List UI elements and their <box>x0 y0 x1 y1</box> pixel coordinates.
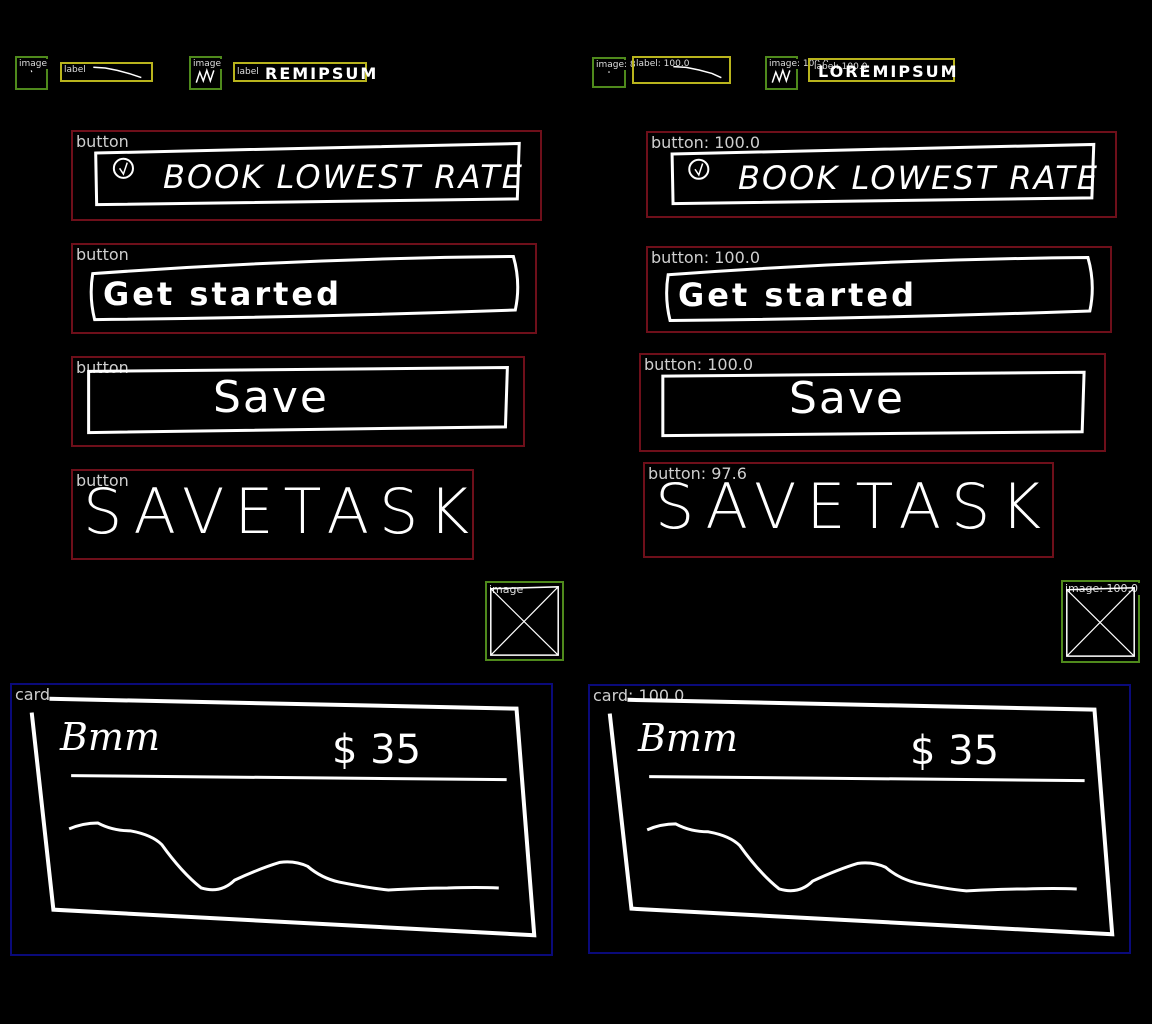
save-task-label: SAVETASK <box>83 475 480 548</box>
label-lorem: label REMIPSUM <box>233 62 376 83</box>
image-placeholder-icon <box>1063 582 1138 661</box>
book-button-label: BOOK LOWEST RATE <box>163 158 524 196</box>
label-scribble-icon <box>634 58 729 82</box>
save-button-label: Save <box>213 372 330 423</box>
image-placeholder-small-2: image: 100.0 <box>765 56 831 90</box>
image-placeholder-small: image: 81.9 <box>592 57 652 88</box>
image-placeholder: image <box>485 581 564 661</box>
label-lorem: label: 100.0 LOREMIPSUM <box>808 58 957 82</box>
prediction-panel: image: 81.9 label: 100.0 image: 100.0 la… <box>576 0 1152 1024</box>
image-sketch-icon <box>17 58 46 88</box>
label-scribble-icon <box>62 64 151 80</box>
save-button[interactable]: button Save <box>71 356 525 447</box>
label-tag: label <box>237 67 261 77</box>
image-placeholder-small: image <box>15 56 50 90</box>
get-started-button[interactable]: button Get started <box>71 243 537 334</box>
book-lowest-rate-button[interactable]: button BOOK LOWEST RATE <box>71 130 542 221</box>
save-task-label: SAVETASK <box>655 470 1052 543</box>
card-title: Bmm <box>638 716 738 760</box>
save-button[interactable]: button: 100.0 Save <box>639 353 1106 452</box>
label-placeholder: label <box>60 62 153 82</box>
price-card[interactable]: card: 100.0 Bmm $ 35 <box>588 684 1131 954</box>
save-button-label: Save <box>789 373 906 424</box>
get-started-label: Get started <box>678 276 918 314</box>
save-task-button[interactable]: button SAVETASK <box>71 469 474 560</box>
label-placeholder: label: 100.0 <box>632 56 731 84</box>
save-task-button[interactable]: button: 97.6 SAVETASK <box>643 462 1054 558</box>
image-sketch-icon <box>767 58 796 88</box>
image-placeholder-icon <box>487 583 562 659</box>
book-button-label: BOOK LOWEST RATE <box>738 159 1099 197</box>
get-started-button[interactable]: button: 100.0 Get started <box>646 246 1112 333</box>
image-placeholder-small-2: image <box>189 56 224 90</box>
label-lorem-text: REMIPSUM <box>265 64 379 83</box>
image-sketch-icon <box>191 58 220 88</box>
price-card[interactable]: card Bmm $ 35 <box>10 683 553 956</box>
image-sketch-icon <box>594 59 624 86</box>
get-started-label: Get started <box>103 275 343 313</box>
label-lorem-text: LOREMIPSUM <box>818 62 959 81</box>
annotation-panel: image label image label REMIPSUM button … <box>0 0 576 1024</box>
card-title: Bmm <box>60 715 160 759</box>
image-placeholder: image: 100.0 <box>1061 580 1140 663</box>
card-price: $ 35 <box>910 728 1000 774</box>
card-price: $ 35 <box>332 727 422 773</box>
book-lowest-rate-button[interactable]: button: 100.0 BOOK LOWEST RATE <box>646 131 1117 218</box>
